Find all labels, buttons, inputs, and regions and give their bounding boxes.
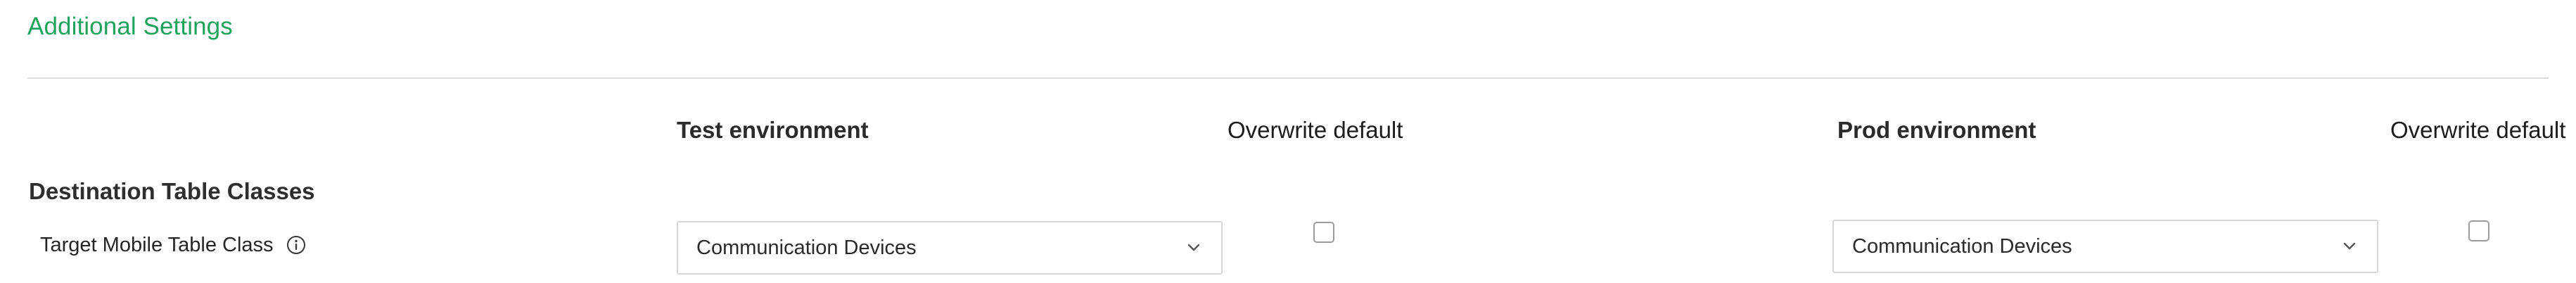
column-header-prod-environment: Prod environment <box>1837 117 2036 143</box>
prod-environment-select[interactable]: Communication Devices <box>1832 220 2378 273</box>
chevron-down-icon <box>2340 237 2359 256</box>
section-title: Additional Settings <box>27 13 233 40</box>
test-environment-select-value: Communication Devices <box>696 236 917 259</box>
test-overwrite-default-checkbox[interactable] <box>1313 222 1334 243</box>
column-header-test-environment: Test environment <box>677 117 869 143</box>
additional-settings-page: Additional Settings Test environment Ove… <box>0 0 2576 283</box>
test-environment-select[interactable]: Communication Devices <box>677 221 1223 275</box>
prod-overwrite-default-checkbox[interactable] <box>2468 220 2489 241</box>
column-header-prod-overwrite-default: Overwrite default <box>2390 117 2566 143</box>
chevron-down-icon <box>1185 239 1203 257</box>
section-divider <box>27 77 2549 79</box>
row-label-target-mobile-table-class: Target Mobile Table Class <box>40 232 306 258</box>
group-title-destination-table-classes: Destination Table Classes <box>29 178 315 204</box>
row-label-text: Target Mobile Table Class <box>40 234 274 256</box>
prod-environment-select-value: Communication Devices <box>1852 234 2072 258</box>
info-circle-icon[interactable] <box>286 235 306 255</box>
column-header-test-overwrite-default: Overwrite default <box>1228 117 1403 143</box>
